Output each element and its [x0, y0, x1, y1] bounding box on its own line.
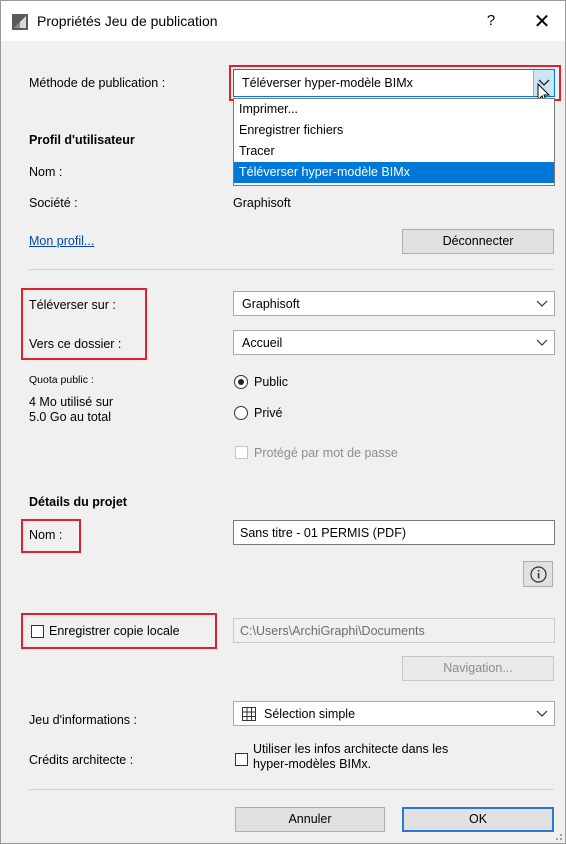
ok-button[interactable]: OK: [402, 807, 554, 832]
table-icon: [242, 707, 256, 721]
info-set-label: Jeu d'informations :: [29, 713, 137, 727]
method-label: Méthode de publication :: [29, 76, 166, 90]
project-name-input[interactable]: Sans titre - 01 PERMIS (PDF): [233, 520, 555, 545]
my-profile-link[interactable]: Mon profil...: [29, 234, 94, 248]
info-set-select[interactable]: Sélection simple: [233, 701, 555, 726]
quota-label: Quota public :: [29, 374, 94, 386]
password-label: Protégé par mot de passe: [254, 446, 398, 460]
public-radio[interactable]: [234, 375, 248, 389]
close-button[interactable]: ✕: [531, 9, 553, 34]
project-name-value: Sans titre - 01 PERMIS (PDF): [240, 526, 407, 540]
highlight-method: [229, 65, 561, 101]
publishing-set-properties-dialog: Propriétés Jeu de publication ? ✕ Méthod…: [0, 0, 566, 844]
window-title: Propriétés Jeu de publication: [37, 13, 218, 29]
method-option-upload-bimx[interactable]: Téléverser hyper-modèle BIMx: [234, 162, 554, 183]
highlight-upload-labels: [21, 288, 147, 360]
architect-checkbox-label: Utiliser les infos architecte dans les h…: [253, 742, 448, 772]
method-option-save-files[interactable]: Enregistrer fichiers: [234, 120, 554, 141]
info-button[interactable]: [523, 561, 553, 587]
chevron-down-icon: [536, 300, 548, 307]
password-checkbox[interactable]: [235, 446, 248, 459]
resize-grip-icon[interactable]: [551, 829, 563, 841]
chevron-down-icon: [536, 339, 548, 346]
highlight-project-name: [21, 519, 81, 553]
local-path-input[interactable]: C:\Users\ArchiGraphi\Documents: [233, 618, 555, 643]
quota-line-2: 5.0 Go au total: [29, 410, 112, 424]
radio-selected-dot: [238, 379, 244, 385]
upload-to-value: Graphisoft: [242, 297, 300, 311]
local-path-value: C:\Users\ArchiGraphi\Documents: [240, 624, 425, 638]
profile-name-label: Nom :: [29, 165, 63, 179]
upload-to-select[interactable]: Graphisoft: [233, 291, 555, 316]
method-dropdown-list: Imprimer... Enregistrer fichiers Tracer …: [233, 98, 555, 186]
folder-select[interactable]: Accueil: [233, 330, 555, 355]
help-button[interactable]: ?: [481, 12, 501, 29]
company-value: Graphisoft: [233, 196, 291, 210]
cancel-button[interactable]: Annuler: [235, 807, 385, 832]
highlight-local-copy: [21, 613, 217, 649]
architect-checkbox[interactable]: [235, 753, 248, 766]
private-radio[interactable]: [234, 406, 248, 420]
private-label: Privé: [254, 406, 283, 420]
navigation-button[interactable]: Navigation...: [402, 656, 554, 681]
method-option-plot[interactable]: Tracer: [234, 141, 554, 162]
separator: [29, 789, 554, 790]
profile-heading: Profil d'utilisateur: [29, 133, 135, 147]
company-label: Société :: [29, 196, 78, 210]
method-option-print[interactable]: Imprimer...: [234, 99, 554, 120]
info-set-value: Sélection simple: [264, 707, 356, 721]
disconnect-button[interactable]: Déconnecter: [402, 229, 554, 254]
architect-checkbox-line-2: hyper-modèles BIMx.: [253, 757, 372, 771]
architect-label: Crédits architecte :: [29, 753, 134, 767]
archicad-app-icon: [12, 14, 28, 30]
public-label: Public: [254, 375, 289, 389]
architect-checkbox-line-1: Utiliser les infos architecte dans les: [253, 742, 449, 756]
chevron-down-icon: [536, 710, 548, 717]
quota-line-1: 4 Mo utilisé sur: [29, 395, 114, 409]
title-bar: Propriétés Jeu de publication ? ✕: [1, 1, 565, 41]
separator: [29, 269, 554, 270]
project-heading: Détails du projet: [29, 495, 127, 509]
folder-value: Accueil: [242, 336, 283, 350]
info-icon: [530, 566, 547, 583]
